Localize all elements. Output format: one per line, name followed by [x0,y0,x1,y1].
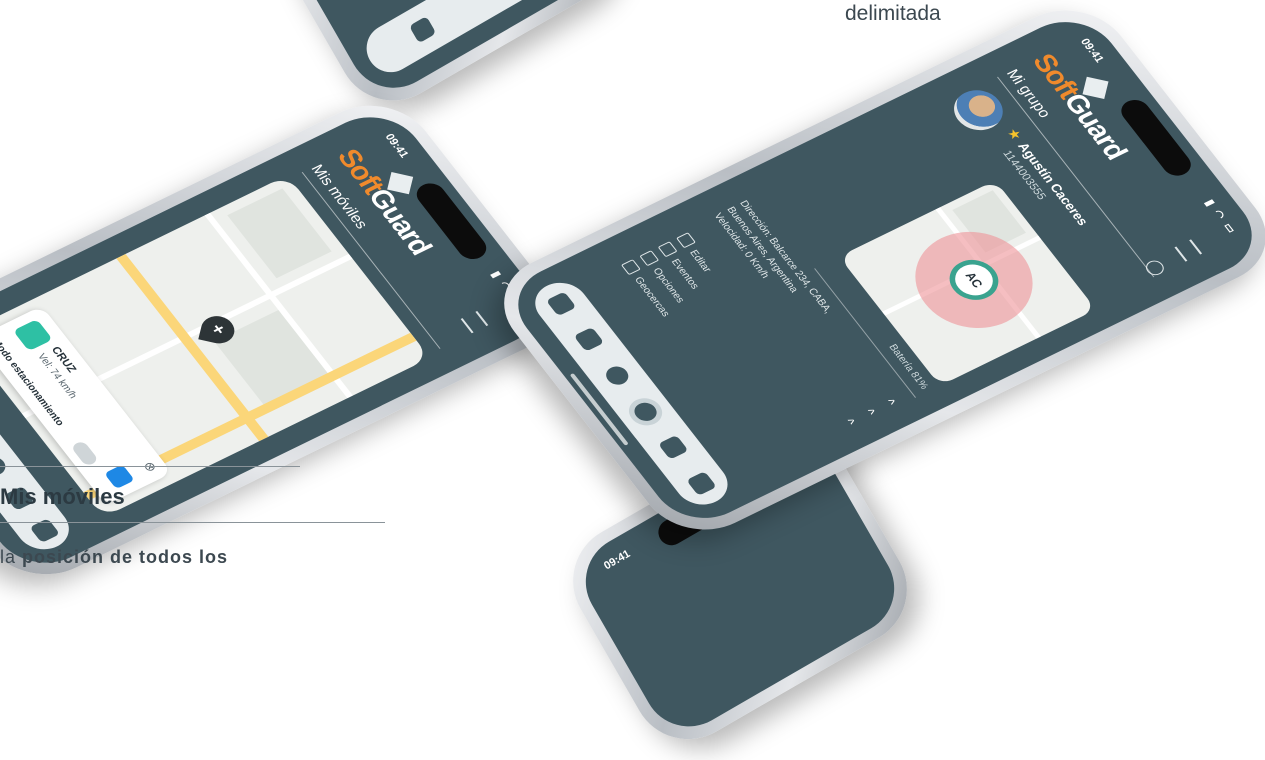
geofence-icon [620,259,641,276]
phone-top-screen [283,0,617,105]
status-icons: ▮ ◠ ▭ [1202,197,1240,237]
contact-map[interactable]: AC [838,180,1097,386]
filter-icon[interactable] [460,310,489,334]
options-icon [639,250,660,267]
phone-mi-grupo: 09:41 ▮ ◠ ▭ SoftGuard Mi grupo ★ Agustín… [480,0,1265,548]
tab-vehicle-icon[interactable] [601,363,633,389]
address-line: Buenos Aires, Argentina [724,205,800,295]
contact-address: Dirección: Balcarce 234, CABA, Buenos Ai… [709,199,835,329]
tab-megaphone-icon[interactable] [658,435,689,460]
events-icon [657,241,678,258]
logo-guard-text: Guard [1057,88,1134,164]
chevron-up-icon[interactable]: ^ [861,406,879,418]
tab-grid-icon[interactable] [573,327,605,353]
dynamic-island [1115,95,1197,180]
phone-top [267,0,633,121]
chevron-up-icon[interactable]: ^ [841,416,859,428]
corner-caption: delimitada [845,2,941,25]
body-bold: posición de todos los [22,547,229,567]
phone-top-tabbar [357,0,594,81]
filter-icon[interactable] [1174,239,1203,262]
heading-rule-top [0,466,300,467]
status-time: 09:41 [382,132,411,160]
status-time: 09:41 [1077,36,1106,65]
tab-dashboard-icon[interactable] [409,16,437,44]
tab-camera-icon[interactable] [686,471,717,496]
parking-mode-toggle[interactable] [70,440,100,467]
avatar[interactable] [944,82,1013,138]
tab-group-icon[interactable] [630,399,661,425]
chevron-up-icon[interactable]: ^ [881,397,899,409]
phone-mis-moviles: 09:41 ▮ ◠ ▭ SoftGuard Mis móviles + CRUZ… [0,87,577,593]
bottom-tabbar [524,274,738,513]
favorite-star-icon[interactable]: ★ [1003,126,1026,144]
body-prefix: la [0,547,23,567]
phone-right-screen: 09:41 ▮ ◠ ▭ SoftGuard Mi grupo ★ Agustín… [498,6,1265,534]
tab-dashboard-icon[interactable] [545,291,577,317]
section-body: la posición de todos los [0,542,362,572]
status-time: 09:41 [601,547,633,573]
vehicle-status-icon [12,319,53,352]
section-heading: Mis móviles [0,484,125,509]
heading-rule-bottom [0,522,385,523]
edit-icon [676,232,696,249]
